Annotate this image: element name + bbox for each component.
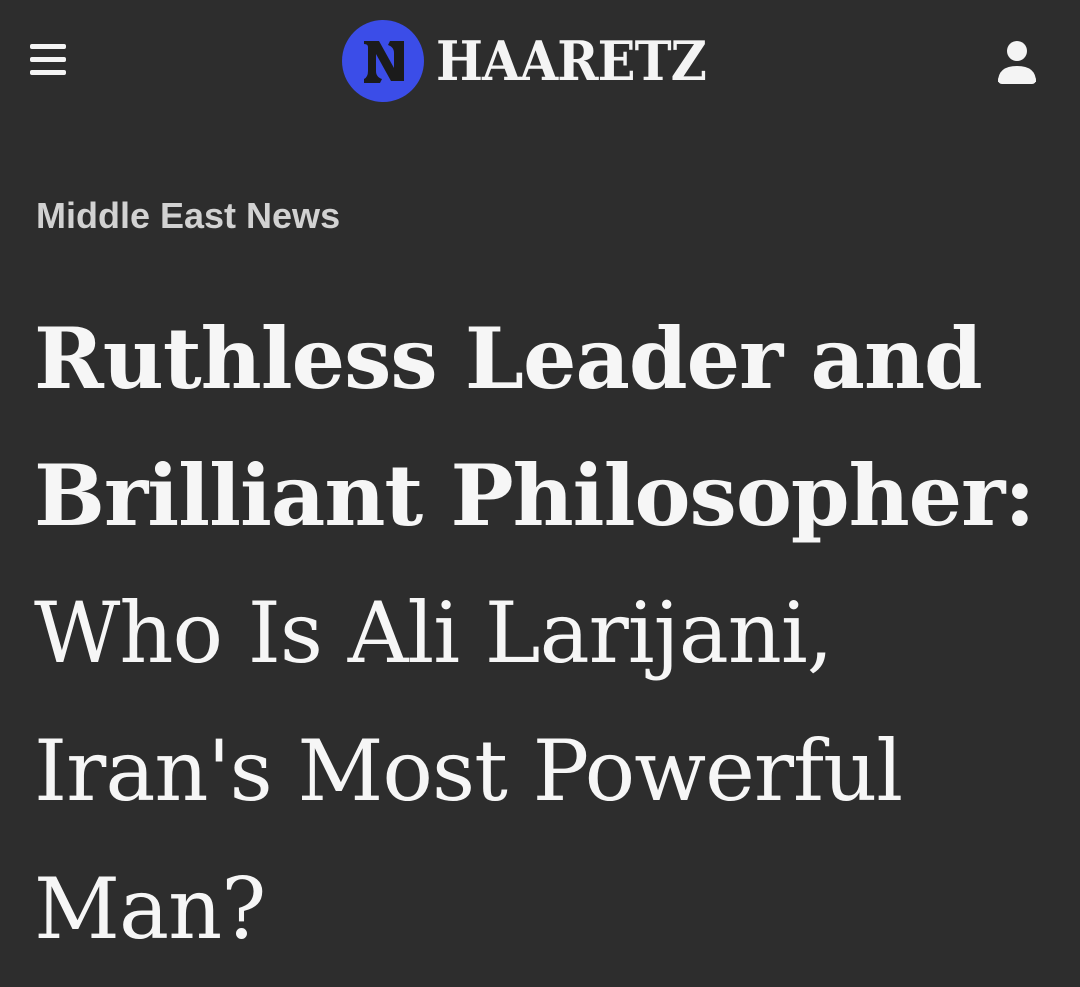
haaretz-logo-icon	[342, 20, 424, 102]
headline-bold-part: Ruthless Leader and Brilliant Philosophe…	[34, 309, 1035, 545]
menu-line-middle	[30, 57, 66, 62]
article-headline: Ruthless Leader and Brilliant Philosophe…	[34, 290, 1054, 978]
menu-line-bottom	[30, 70, 66, 75]
menu-line-top	[30, 44, 66, 49]
haaretz-logo-link[interactable]: HAARETZ	[342, 20, 729, 102]
brand-name: HAARETZ	[436, 29, 707, 93]
user-account-icon[interactable]	[994, 38, 1040, 86]
top-navigation-bar: HAARETZ	[0, 0, 1080, 125]
section-link[interactable]: Middle East News	[36, 194, 340, 238]
hamburger-menu-icon[interactable]	[26, 40, 70, 80]
headline-regular-part: Who Is Ali Larijani, Iran's Most Powerfu…	[34, 584, 903, 958]
